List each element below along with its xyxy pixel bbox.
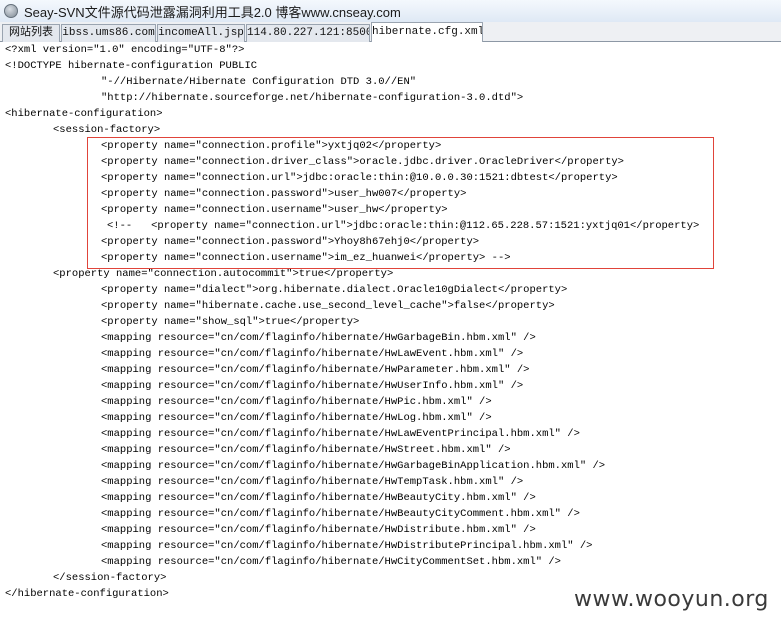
code-line: <mapping resource="cn/com/flaginfo/hiber… [101,380,524,392]
code-line: <mapping resource="cn/com/flaginfo/hiber… [101,364,530,376]
code-line: <mapping resource="cn/com/flaginfo/hiber… [101,524,536,536]
code-line: <mapping resource="cn/com/flaginfo/hiber… [101,444,511,456]
code-line: <mapping resource="cn/com/flaginfo/hiber… [101,556,561,568]
watermark-text: www.wooyun.org [574,587,769,612]
code-line: <property name="dialect">org.hibernate.d… [101,284,568,296]
highlight-annotation-box [87,137,714,269]
app-globe-icon [4,4,18,18]
code-line: <hibernate-configuration> [5,108,163,120]
tab-hibernate-cfg[interactable]: hibernate.cfg.xml [371,22,483,42]
code-line: <?xml version="1.0" encoding="UTF-8"?> [5,44,245,56]
code-line: <mapping resource="cn/com/flaginfo/hiber… [101,492,536,504]
code-line: <!DOCTYPE hibernate-configuration PUBLIC [5,60,258,72]
code-line: <property name="hibernate.cache.use_seco… [101,300,555,312]
tab-incomeall-jsp[interactable]: incomeAll.jsp [157,24,245,42]
code-line: <mapping resource="cn/com/flaginfo/hiber… [101,476,524,488]
code-line: "-//Hibernate/Hibernate Configuration DT… [101,76,417,88]
code-line: <mapping resource="cn/com/flaginfo/hiber… [101,332,536,344]
code-line: <mapping resource="cn/com/flaginfo/hiber… [101,460,606,472]
code-line: "http://hibernate.sourceforge.net/hibern… [101,92,524,104]
code-line: <mapping resource="cn/com/flaginfo/hiber… [101,428,580,440]
window-titlebar: Seay-SVN文件源代码泄露漏洞利用工具2.0 博客www.cnseay.co… [0,0,781,22]
tab-site-list[interactable]: 网站列表 [2,24,60,42]
code-line: </hibernate-configuration> [5,588,169,600]
tab-ip-8500[interactable]: 114.80.227.121:8500 [246,24,370,42]
code-line: <mapping resource="cn/com/flaginfo/hiber… [101,412,492,424]
code-line: <property name="show_sql">true</property… [101,316,360,328]
code-line: <mapping resource="cn/com/flaginfo/hiber… [101,396,492,408]
tab-bar: 网站列表 ibss.ums86.com incomeAll.jsp 114.80… [0,22,781,42]
code-line: <mapping resource="cn/com/flaginfo/hiber… [101,508,580,520]
code-line: <mapping resource="cn/com/flaginfo/hiber… [101,348,524,360]
code-line: </session-factory> [53,572,167,584]
window-title: Seay-SVN文件源代码泄露漏洞利用工具2.0 博客www.cnseay.co… [24,4,401,20]
code-viewer[interactable]: <?xml version="1.0" encoding="UTF-8"?> <… [0,42,781,628]
code-line: <mapping resource="cn/com/flaginfo/hiber… [101,540,593,552]
code-line: <session-factory> [53,124,161,136]
tab-ibss-ums86[interactable]: ibss.ums86.com [61,24,156,42]
